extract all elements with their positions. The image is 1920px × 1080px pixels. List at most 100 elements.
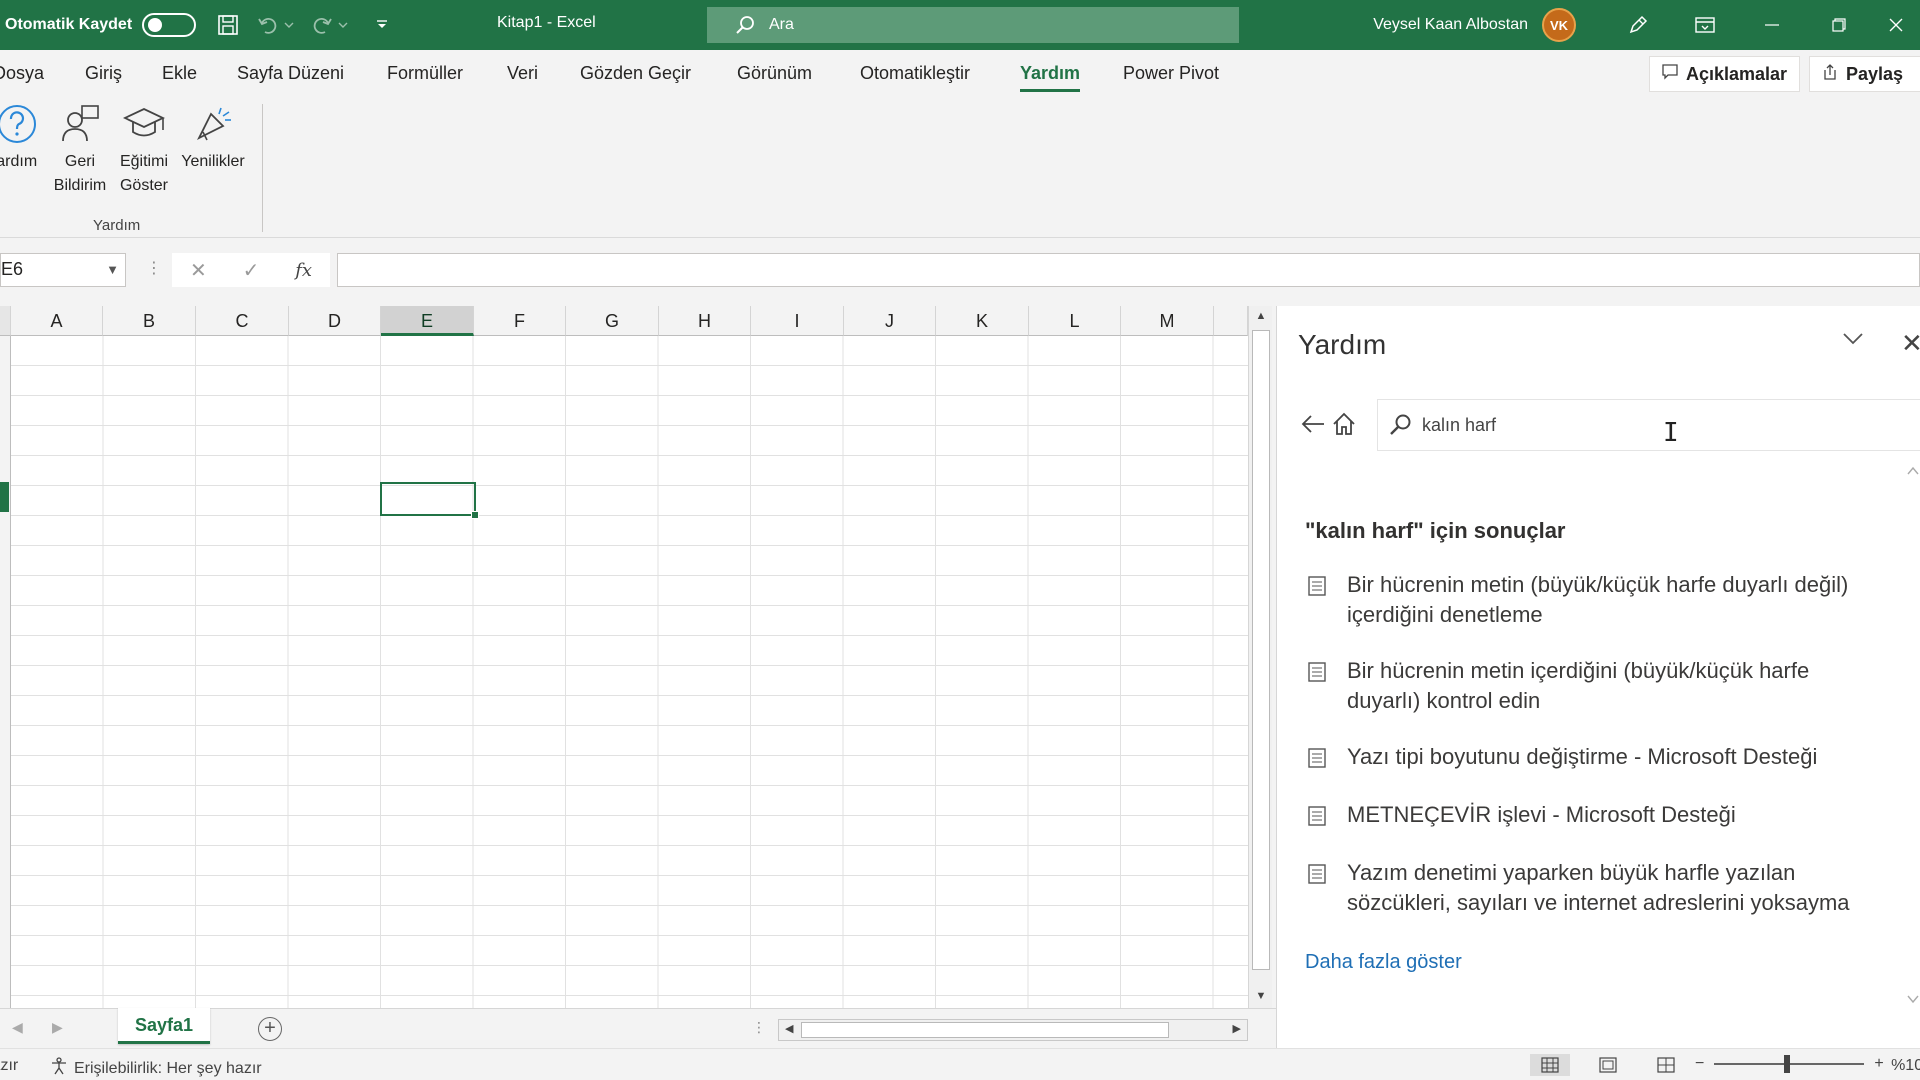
vertical-scroll-thumb[interactable] bbox=[1252, 330, 1270, 970]
back-arrow-icon[interactable] bbox=[1301, 414, 1325, 439]
scroll-left-icon[interactable]: ◀ bbox=[785, 1022, 793, 1035]
help-result-item[interactable]: Bir hücrenin metin (büyük/küçük harfe du… bbox=[1305, 570, 1885, 630]
show-training-button[interactable]: Eğitimi Göster bbox=[114, 104, 174, 198]
minimize-icon[interactable] bbox=[1738, 0, 1805, 50]
column-header-c[interactable]: C bbox=[196, 306, 289, 336]
help-result-title[interactable]: Bir hücrenin metin içerdiğini (büyük/küç… bbox=[1347, 656, 1885, 716]
redo-icon[interactable] bbox=[308, 11, 336, 39]
close-icon[interactable]: ✕ bbox=[1901, 328, 1920, 359]
column-header-m[interactable]: M bbox=[1121, 306, 1214, 336]
tab-power-pivot[interactable]: Power Pivot bbox=[1123, 63, 1219, 84]
active-cell[interactable] bbox=[380, 482, 479, 519]
page-break-view-icon[interactable] bbox=[1646, 1054, 1686, 1076]
help-search-box[interactable] bbox=[1377, 399, 1920, 451]
cell-grid[interactable] bbox=[11, 336, 1248, 1008]
help-result-title[interactable]: METNEÇEVİR işlevi - Microsoft Desteği bbox=[1347, 800, 1736, 830]
help-pane-scrollbar[interactable] bbox=[1905, 456, 1920, 1016]
whats-new-button[interactable]: Yenilikler bbox=[176, 104, 250, 174]
tab-dosya[interactable]: Dosya bbox=[0, 63, 44, 84]
column-header-f[interactable]: F bbox=[474, 306, 566, 336]
tab-sayfa-duzeni[interactable]: Sayfa Düzeni bbox=[237, 63, 344, 84]
help-result-item[interactable]: Yazım denetimi yaparken büyük harfle yaz… bbox=[1305, 858, 1885, 918]
tab-split-grip-icon[interactable]: ⋮ bbox=[752, 1019, 766, 1036]
help-result-title[interactable]: Bir hücrenin metin (büyük/küçük harfe du… bbox=[1347, 570, 1885, 630]
close-icon[interactable] bbox=[1872, 0, 1920, 50]
row-headers[interactable] bbox=[0, 336, 11, 1008]
column-header-partial[interactable] bbox=[1214, 306, 1248, 336]
column-header-e[interactable]: E bbox=[381, 306, 474, 336]
cancel-icon[interactable]: ✕ bbox=[190, 258, 207, 283]
column-header-i[interactable]: I bbox=[751, 306, 844, 336]
zoom-in-icon[interactable]: + bbox=[1874, 1055, 1883, 1073]
page-layout-view-icon[interactable] bbox=[1588, 1054, 1628, 1076]
help-result-item[interactable]: Bir hücrenin metin içerdiğini (büyük/küç… bbox=[1305, 656, 1885, 716]
column-header-g[interactable]: G bbox=[566, 306, 659, 336]
undo-icon[interactable] bbox=[254, 11, 282, 39]
vertical-scrollbar[interactable]: ▲ ▼ bbox=[1248, 306, 1272, 1008]
help-result-item[interactable]: Yazı tipi boyutunu değiştirme - Microsof… bbox=[1305, 742, 1885, 772]
customize-toolbar-icon[interactable] bbox=[368, 11, 396, 39]
results-heading: "kalın harf" için sonuçlar bbox=[1305, 518, 1566, 543]
pen-icon[interactable] bbox=[1604, 0, 1671, 50]
help-button[interactable]: Yardım bbox=[0, 104, 46, 174]
graduation-cap-icon bbox=[123, 108, 165, 137]
chevron-down-icon[interactable]: ▼ bbox=[106, 262, 119, 277]
restore-icon[interactable] bbox=[1805, 0, 1872, 50]
scroll-up-icon[interactable]: ▲ bbox=[1249, 310, 1273, 322]
column-header-d[interactable]: D bbox=[289, 306, 381, 336]
sheet-prev-icon[interactable]: ◀ bbox=[12, 1019, 23, 1036]
tab-yardim[interactable]: Yardım bbox=[1020, 63, 1081, 92]
tab-gorunum[interactable]: Görünüm bbox=[737, 63, 812, 84]
tab-gozden-gecir[interactable]: Gözden Geçir bbox=[580, 63, 691, 84]
tab-otomatiklestir[interactable]: Otomatikleştir bbox=[860, 63, 970, 84]
enter-check-icon[interactable]: ✓ bbox=[243, 258, 260, 283]
zoom-slider[interactable] bbox=[1714, 1055, 1865, 1073]
help-result-title[interactable]: Yazım denetimi yaparken büyük harfle yaz… bbox=[1347, 858, 1885, 918]
add-sheet-icon[interactable]: + bbox=[258, 1017, 282, 1041]
comments-button[interactable]: Açıklamalar bbox=[1649, 56, 1801, 92]
ribbon-display-icon[interactable] bbox=[1671, 0, 1738, 50]
column-header-h[interactable]: H bbox=[659, 306, 751, 336]
horizontal-scroll-thumb[interactable] bbox=[801, 1022, 1169, 1038]
insert-function-icon[interactable]: fx bbox=[295, 260, 312, 281]
show-more-link[interactable]: Daha fazla göster bbox=[1305, 951, 1462, 974]
tab-formuller[interactable]: Formüller bbox=[387, 63, 463, 84]
column-header-a[interactable]: A bbox=[11, 306, 103, 336]
chevron-down-icon[interactable] bbox=[282, 11, 296, 39]
zoom-slider-knob[interactable] bbox=[1784, 1055, 1791, 1073]
tab-ekle[interactable]: Ekle bbox=[162, 63, 197, 84]
home-icon[interactable] bbox=[1332, 412, 1356, 441]
user-name[interactable]: Veysel Kaan Albostan bbox=[1373, 16, 1528, 34]
help-search-input[interactable] bbox=[1422, 414, 1862, 436]
sheet-tabs-bar: ◀ ▶ Sayfa1 + ⋮ ◀ ▶ bbox=[0, 1008, 1280, 1048]
feedback-button[interactable]: Geri Bildirim bbox=[48, 104, 112, 198]
chevron-down-icon[interactable] bbox=[1843, 332, 1863, 350]
normal-view-icon[interactable] bbox=[1530, 1054, 1570, 1076]
tab-veri[interactable]: Veri bbox=[507, 63, 538, 84]
help-result-title[interactable]: Yazı tipi boyutunu değiştirme - Microsof… bbox=[1347, 742, 1817, 772]
help-result-item[interactable]: METNEÇEVİR işlevi - Microsoft Desteği bbox=[1305, 800, 1885, 830]
column-header-k[interactable]: K bbox=[936, 306, 1029, 336]
share-button[interactable]: Paylaş bbox=[1809, 56, 1920, 92]
accessibility-status[interactable]: Erişilebilirlik: Her şey hazır bbox=[50, 1057, 262, 1080]
scroll-right-icon[interactable]: ▶ bbox=[1233, 1022, 1241, 1035]
column-header-j[interactable]: J bbox=[844, 306, 936, 336]
chevron-down-icon[interactable] bbox=[336, 11, 350, 39]
formula-bar-grip-icon[interactable]: ⋮ bbox=[146, 258, 162, 278]
horizontal-scrollbar[interactable]: ◀ ▶ bbox=[778, 1019, 1248, 1041]
column-header-b[interactable]: B bbox=[103, 306, 196, 336]
autosave-toggle[interactable] bbox=[142, 13, 197, 37]
sheet-next-icon[interactable]: ▶ bbox=[52, 1019, 63, 1036]
tab-giris[interactable]: Giriş bbox=[85, 63, 122, 84]
zoom-out-icon[interactable]: − bbox=[1695, 1055, 1704, 1073]
sheet-tab-active[interactable]: Sayfa1 bbox=[118, 1008, 210, 1044]
avatar[interactable]: VK bbox=[1542, 8, 1576, 42]
zoom-level[interactable]: %100 bbox=[1891, 1057, 1920, 1075]
search-box[interactable]: Ara bbox=[707, 7, 1239, 43]
column-header-l[interactable]: L bbox=[1029, 306, 1121, 336]
formula-input[interactable] bbox=[337, 253, 1920, 287]
name-box[interactable]: E6 ▼ bbox=[0, 253, 126, 287]
select-all-corner[interactable] bbox=[0, 306, 11, 336]
scroll-down-icon[interactable]: ▼ bbox=[1249, 990, 1273, 1002]
save-icon[interactable] bbox=[214, 11, 242, 39]
